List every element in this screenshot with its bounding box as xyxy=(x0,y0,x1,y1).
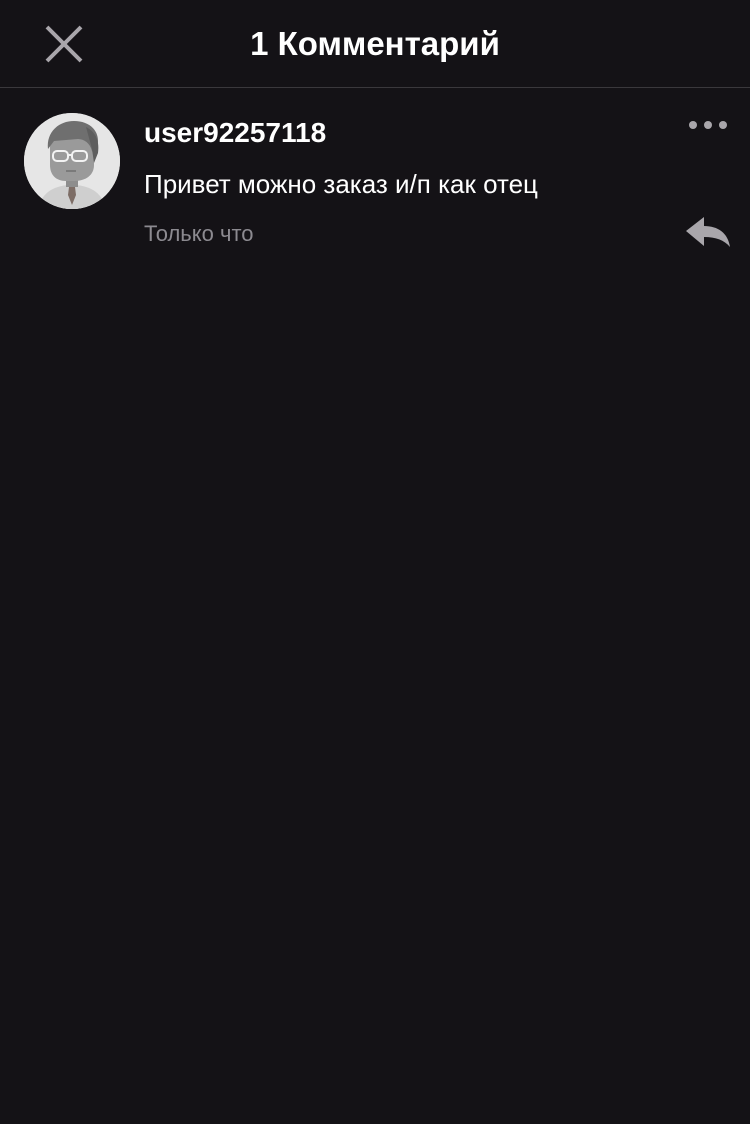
comment-text: Привет можно заказ и/п как отец xyxy=(144,169,538,199)
close-button[interactable] xyxy=(36,18,92,70)
default-avatar-icon xyxy=(24,113,120,209)
more-dots-icon xyxy=(689,121,727,129)
comment-timestamp: Только что xyxy=(144,221,254,246)
close-icon xyxy=(45,25,83,63)
avatar[interactable] xyxy=(24,113,120,209)
comment-item: user92257118 Привет можно заказ и/п как … xyxy=(0,89,750,269)
comment-username[interactable]: user92257118 xyxy=(144,117,326,149)
comments-header: 1 Комментарий xyxy=(0,0,750,88)
reply-icon xyxy=(686,217,730,247)
reply-button[interactable] xyxy=(682,211,734,255)
more-options-button[interactable] xyxy=(682,109,734,141)
page-title: 1 Комментарий xyxy=(250,25,500,62)
